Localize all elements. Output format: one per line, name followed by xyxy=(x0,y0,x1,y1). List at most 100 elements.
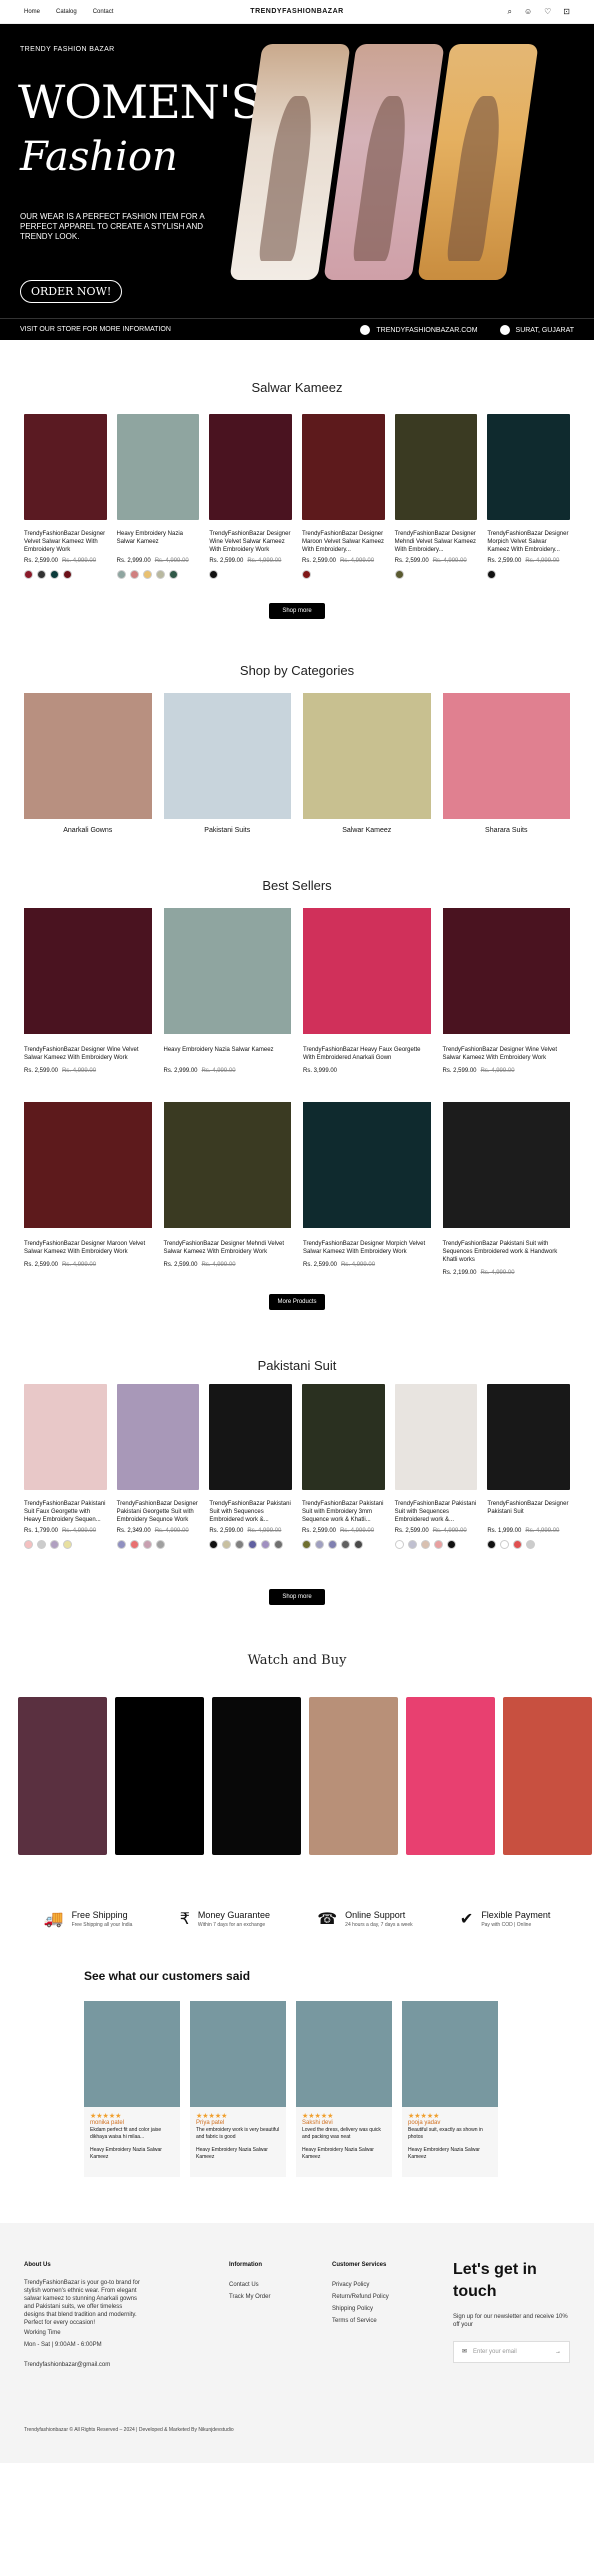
product-name[interactable]: TrendyFashionBazar Pakistani Suit with S… xyxy=(395,1500,478,1524)
footer-link-refund[interactable]: Return/Refund Policy xyxy=(332,2291,413,2303)
color-swatch[interactable] xyxy=(261,1540,271,1549)
product-image[interactable] xyxy=(394,1384,478,1490)
product-card[interactable]: TrendyFashionBazar Designer Morpich Velv… xyxy=(487,414,570,579)
account-icon[interactable]: ☺ xyxy=(524,7,532,17)
product-image[interactable] xyxy=(301,1384,385,1490)
color-swatch[interactable] xyxy=(50,570,59,579)
color-swatch[interactable] xyxy=(327,1540,337,1549)
color-swatch[interactable] xyxy=(487,1540,497,1549)
product-image[interactable] xyxy=(163,908,291,1034)
video-thumbnail[interactable] xyxy=(406,1697,495,1855)
product-image[interactable] xyxy=(24,414,107,520)
color-swatch[interactable] xyxy=(142,1540,152,1549)
color-swatch[interactable] xyxy=(116,570,126,579)
product-name[interactable]: TrendyFashionBazar Designer Velvet Salwa… xyxy=(24,530,107,554)
category-card[interactable]: Pakistani Suits xyxy=(163,693,291,834)
review-product[interactable]: Heavy Embroidery Nazia Salwar Kameez xyxy=(408,2147,492,2161)
product-card[interactable]: TrendyFashionBazar Designer Maroon Velve… xyxy=(24,1102,152,1294)
color-swatch[interactable] xyxy=(116,1540,126,1549)
product-card[interactable]: TrendyFashionBazar Designer Pakistani Su… xyxy=(487,1384,570,1549)
color-swatch[interactable] xyxy=(129,570,139,579)
color-swatch[interactable] xyxy=(487,570,497,579)
color-swatch[interactable] xyxy=(353,1540,363,1549)
category-label[interactable]: Sharara Suits xyxy=(443,827,571,834)
hero-banner[interactable]: TRENDY FASHION BAZAR WOMEN'S Fashion OUR… xyxy=(0,24,594,318)
product-card[interactable]: TrendyFashionBazar Designer Mehndi Velve… xyxy=(394,414,478,579)
review-product[interactable]: Heavy Embroidery Nazia Salwar Kameez xyxy=(196,2147,280,2161)
footer-link-shipping[interactable]: Shipping Policy xyxy=(332,2303,413,2315)
product-image[interactable] xyxy=(487,1384,570,1490)
nav-contact[interactable]: Contact xyxy=(93,9,114,15)
product-image[interactable] xyxy=(209,1384,292,1490)
color-swatch[interactable] xyxy=(155,570,165,579)
order-now-button[interactable]: ORDER NOW! xyxy=(20,280,123,303)
product-name[interactable]: Heavy Embroidery Nazia Salwar Kameez xyxy=(164,1046,292,1062)
color-swatch[interactable] xyxy=(301,570,311,579)
product-name[interactable]: TrendyFashionBazar Designer Pakistani Ge… xyxy=(117,1500,200,1524)
product-name[interactable]: TrendyFashionBazar Pakistani Suit with S… xyxy=(443,1240,571,1264)
color-swatch[interactable] xyxy=(235,1540,245,1549)
category-card[interactable]: Sharara Suits xyxy=(442,693,571,834)
footer-email[interactable]: Trendyfashionbazar@gmail.com xyxy=(24,2359,141,2371)
product-card[interactable]: Heavy Embroidery Nazia Salwar Kameez Rs. … xyxy=(163,908,292,1092)
product-name[interactable]: Heavy Embroidery Nazia Salwar Kameez xyxy=(117,530,200,554)
product-card[interactable]: TrendyFashionBazar Designer Wine Velvet … xyxy=(442,908,571,1092)
category-card[interactable]: Salwar Kameez xyxy=(303,693,431,834)
product-image[interactable] xyxy=(442,1102,570,1228)
color-swatch[interactable] xyxy=(63,570,72,579)
color-swatch[interactable] xyxy=(274,1540,284,1549)
category-image[interactable] xyxy=(163,693,291,819)
product-image[interactable] xyxy=(24,1102,152,1228)
video-thumbnail[interactable] xyxy=(309,1697,398,1855)
review-product[interactable]: Heavy Embroidery Nazia Salwar Kameez xyxy=(302,2147,386,2161)
shop-more-salwar-button[interactable]: Shop more xyxy=(269,603,325,619)
color-swatch[interactable] xyxy=(314,1540,324,1549)
product-card[interactable]: TrendyFashionBazar Pakistani Suit with E… xyxy=(301,1384,385,1549)
color-swatch[interactable] xyxy=(209,1540,219,1549)
product-card[interactable]: TrendyFashionBazar Heavy Faux Georgette … xyxy=(303,908,431,1092)
video-thumbnail[interactable] xyxy=(18,1697,107,1855)
category-label[interactable]: Salwar Kameez xyxy=(303,827,431,834)
more-products-button[interactable]: More Products xyxy=(269,1294,325,1310)
product-image[interactable] xyxy=(116,414,200,520)
cart-icon[interactable]: ⊡ xyxy=(563,7,570,17)
color-swatch[interactable] xyxy=(209,570,219,579)
wishlist-icon[interactable]: ♡ xyxy=(544,7,551,17)
review-card[interactable]: ★★★★★ monika patel Ekdam perfect fit and c… xyxy=(84,2001,180,2177)
review-product[interactable]: Heavy Embroidery Nazia Salwar Kameez xyxy=(90,2147,174,2161)
color-swatch[interactable] xyxy=(446,1540,456,1549)
product-name[interactable]: TrendyFashionBazar Designer Morpich Velv… xyxy=(487,530,570,554)
video-thumbnail[interactable] xyxy=(115,1697,204,1855)
product-name[interactable]: TrendyFashionBazar Pakistani Suit with S… xyxy=(209,1500,292,1524)
product-card[interactable]: TrendyFashionBazar Designer Pakistani Ge… xyxy=(116,1384,200,1549)
color-swatch[interactable] xyxy=(37,570,46,579)
product-card[interactable]: TrendyFashionBazar Pakistani Suit with S… xyxy=(209,1384,292,1549)
product-name[interactable]: TrendyFashionBazar Designer Maroon Velve… xyxy=(24,1240,152,1256)
color-swatch[interactable] xyxy=(222,1540,232,1549)
color-swatch[interactable] xyxy=(63,1540,72,1549)
color-swatch[interactable] xyxy=(301,1540,311,1549)
color-swatch[interactable] xyxy=(129,1540,139,1549)
category-card[interactable]: Anarkali Gowns xyxy=(24,693,152,834)
color-swatch[interactable] xyxy=(24,570,33,579)
review-card[interactable]: ★★★★★ Priya patel The embroidery work is v… xyxy=(190,2001,286,2177)
product-card[interactable]: TrendyFashionBazar Designer Maroon Velve… xyxy=(301,414,385,579)
category-image[interactable] xyxy=(442,693,570,819)
footer-link-track[interactable]: Track My Order xyxy=(229,2291,292,2303)
category-image[interactable] xyxy=(24,693,152,819)
product-image[interactable] xyxy=(209,414,292,520)
product-image[interactable] xyxy=(487,414,570,520)
product-name[interactable]: TrendyFashionBazar Designer Mehndi Velve… xyxy=(395,530,478,554)
product-image[interactable] xyxy=(303,1102,431,1228)
product-name[interactable]: TrendyFashionBazar Heavy Faux Georgette … xyxy=(303,1046,431,1062)
review-card[interactable]: ★★★★★ Sakshi devi Loved the dress, deliver… xyxy=(296,2001,392,2177)
color-swatch[interactable] xyxy=(50,1540,59,1549)
product-card[interactable]: TrendyFashionBazar Designer Wine Velvet … xyxy=(209,414,292,579)
product-card[interactable]: TrendyFashionBazar Designer Wine Velvet … xyxy=(24,908,152,1092)
footer-link-privacy[interactable]: Privacy Policy xyxy=(332,2279,413,2291)
color-swatch[interactable] xyxy=(248,1540,258,1549)
product-name[interactable]: TrendyFashionBazar Designer Wine Velvet … xyxy=(443,1046,571,1062)
review-card[interactable]: ★★★★★ pooja yadav Beautiful suit, exactly … xyxy=(402,2001,498,2177)
product-card[interactable]: TrendyFashionBazar Pakistani Suit with S… xyxy=(442,1102,571,1294)
color-swatch[interactable] xyxy=(513,1540,523,1549)
